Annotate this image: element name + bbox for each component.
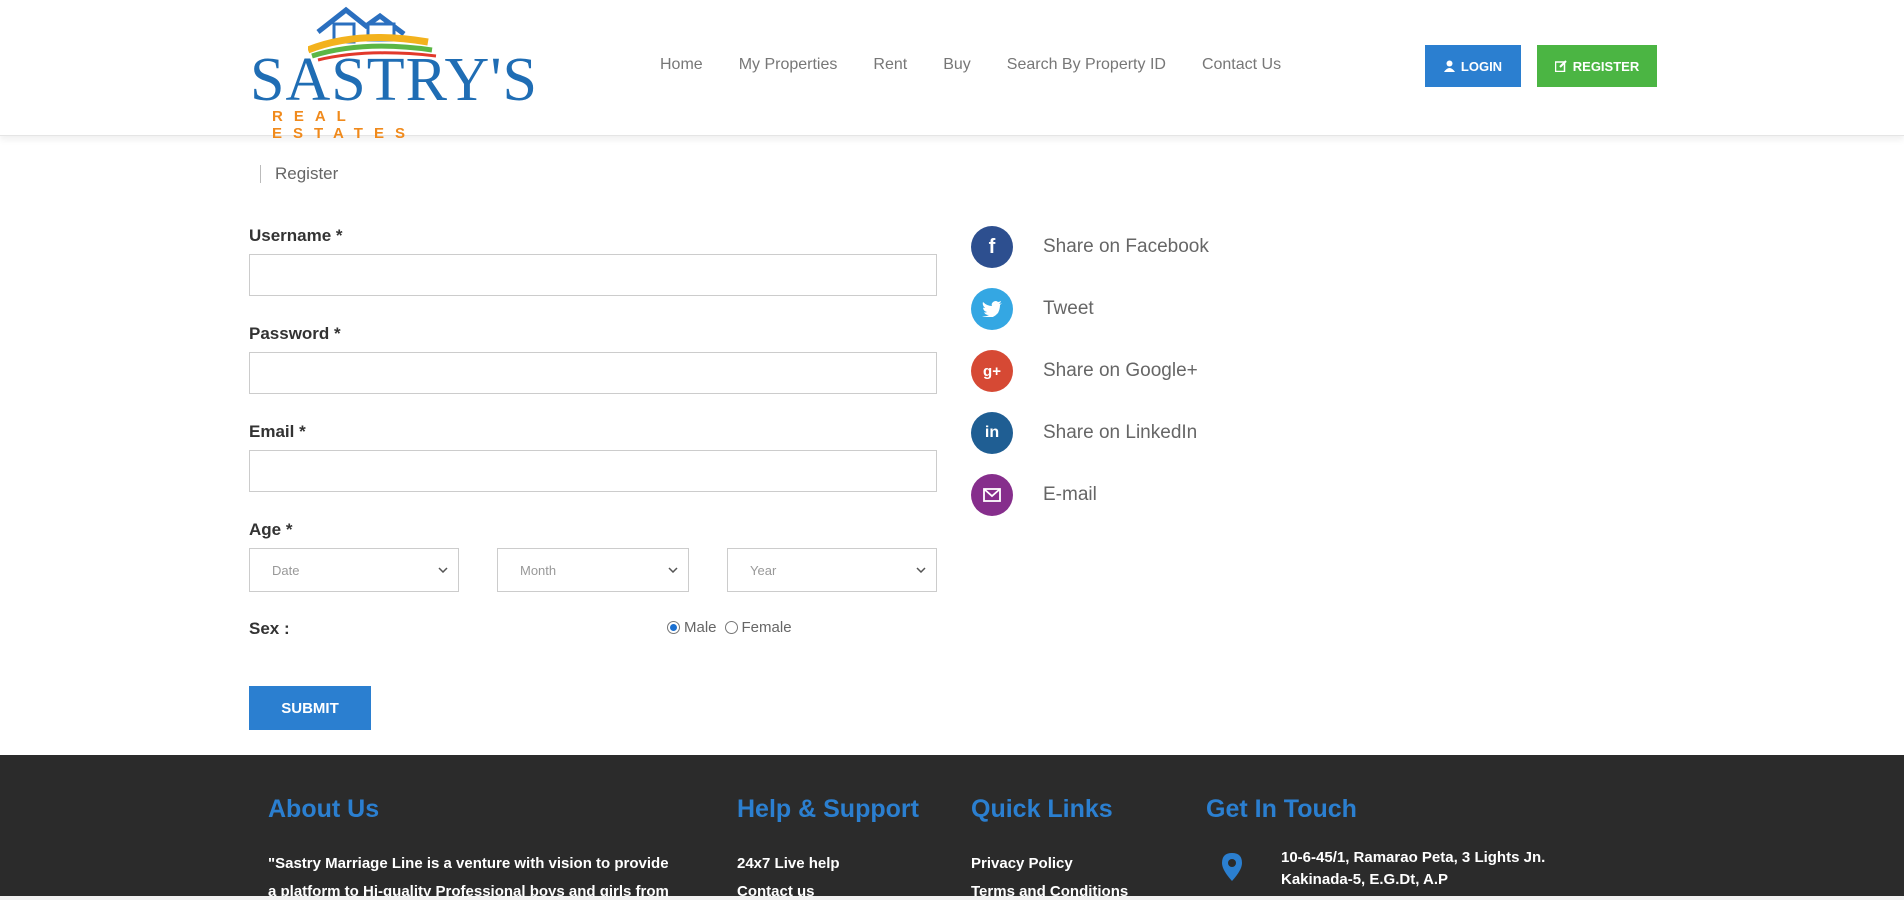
share-email-label: E-mail [1043, 484, 1097, 505]
footer-help-title: Help & Support [737, 795, 919, 823]
twitter-icon [971, 288, 1013, 330]
sex-label: Sex : [249, 619, 290, 638]
site-footer: About Us "Sastry Marriage Line is a vent… [0, 755, 1904, 900]
footer-address: 10-6-45/1, Ramarao Peta, 3 Lights Jn. Ka… [1281, 847, 1611, 891]
age-month-value: Month [520, 562, 557, 578]
footer-address-line-1: 10-6-45/1, Ramarao Peta, 3 Lights Jn. [1281, 849, 1546, 866]
footer-about-title: About Us [268, 795, 380, 823]
google-plus-icon: g+ [971, 350, 1013, 392]
username-label: Username * [249, 226, 343, 245]
register-label: REGISTER [1572, 58, 1640, 74]
site-header: SASTRY'S REAL ESTATES Home My Properties… [0, 0, 1904, 142]
site-logo[interactable]: SASTRY'S REAL ESTATES [250, 4, 537, 142]
share-facebook-label: Share on Facebook [1043, 236, 1209, 257]
footer-link-live-help[interactable]: 24x7 Live help [737, 850, 919, 878]
male-radio[interactable] [667, 621, 680, 634]
share-linkedin-label: Share on LinkedIn [1043, 422, 1198, 443]
age-selectors: Date Month Year [249, 548, 937, 592]
footer-get-in-touch: Get In Touch [1206, 795, 1626, 850]
footer-help: Help & Support 24x7 Live help Contact us [737, 795, 919, 900]
share-google-plus-label: Share on Google+ [1043, 360, 1198, 381]
share-google-plus[interactable]: g+ Share on Google+ [971, 350, 1209, 392]
share-facebook[interactable]: f Share on Facebook [971, 226, 1209, 268]
submit-button[interactable]: SUBMIT [249, 686, 371, 730]
nav-my-properties[interactable]: My Properties [739, 56, 838, 74]
share-twitter-label: Tweet [1043, 298, 1094, 319]
breadcrumb-separator [260, 165, 261, 183]
chevron-down-icon [916, 567, 926, 573]
chevron-down-icon [668, 567, 678, 573]
age-date-value: Date [272, 562, 300, 578]
password-input[interactable] [249, 352, 937, 394]
edit-icon [1554, 60, 1567, 72]
footer-touch-title: Get In Touch [1206, 795, 1357, 823]
footer-link-privacy-policy[interactable]: Privacy Policy [971, 850, 1128, 878]
email-input[interactable] [249, 450, 937, 492]
main-nav: Home My Properties Rent Buy Search By Pr… [660, 56, 1317, 74]
register-form: Username * Password * Email * Age * Date… [249, 226, 937, 730]
logo-tagline: REAL ESTATES [272, 108, 416, 142]
nav-contact-us[interactable]: Contact Us [1202, 56, 1281, 74]
nav-search-by-property-id[interactable]: Search By Property ID [1007, 56, 1166, 74]
facebook-icon: f [971, 226, 1013, 268]
login-button[interactable]: LOGIN [1425, 45, 1521, 87]
linkedin-icon: in [971, 412, 1013, 454]
username-input[interactable] [249, 254, 937, 296]
footer-about: About Us "Sastry Marriage Line is a vent… [268, 795, 708, 900]
user-icon [1443, 60, 1455, 72]
nav-home[interactable]: Home [660, 56, 703, 74]
email-icon [971, 474, 1013, 516]
register-button[interactable]: REGISTER [1537, 45, 1657, 87]
age-label: Age * [249, 520, 293, 539]
sex-row: Sex : Male Female [249, 619, 937, 643]
footer-quick-title: Quick Links [971, 795, 1113, 823]
age-year-value: Year [750, 562, 777, 578]
female-radio[interactable] [724, 621, 738, 634]
logo-wordmark: SASTRY'S [250, 46, 538, 114]
male-label[interactable]: Male [684, 619, 717, 636]
footer-address-line-2: Kakinada-5, E.G.Dt, A.P [1281, 871, 1448, 888]
female-label[interactable]: Female [742, 619, 792, 636]
breadcrumb-current: Register [275, 164, 339, 183]
password-label: Password * [249, 324, 341, 343]
age-month-select[interactable]: Month [497, 548, 689, 592]
footer-about-text-1: "Sastry Marriage Line is a venture with … [268, 855, 669, 872]
footer-quick-links: Quick Links Privacy Policy Terms and Con… [971, 795, 1128, 900]
nav-buy[interactable]: Buy [943, 56, 971, 74]
page-bottom-edge [0, 896, 1904, 900]
chevron-down-icon [438, 567, 448, 573]
share-twitter[interactable]: Tweet [971, 288, 1209, 330]
age-year-select[interactable]: Year [727, 548, 937, 592]
share-linkedin[interactable]: in Share on LinkedIn [971, 412, 1209, 454]
login-label: LOGIN [1460, 58, 1503, 74]
map-pin-icon [1222, 853, 1242, 881]
age-date-select[interactable]: Date [249, 548, 459, 592]
share-list: f Share on Facebook Tweet g+ Share on Go… [971, 226, 1209, 536]
email-label: Email * [249, 422, 306, 441]
nav-rent[interactable]: Rent [873, 56, 907, 74]
share-email[interactable]: E-mail [971, 474, 1209, 516]
breadcrumb: Register [260, 164, 338, 184]
sex-options: Male Female [667, 619, 792, 636]
